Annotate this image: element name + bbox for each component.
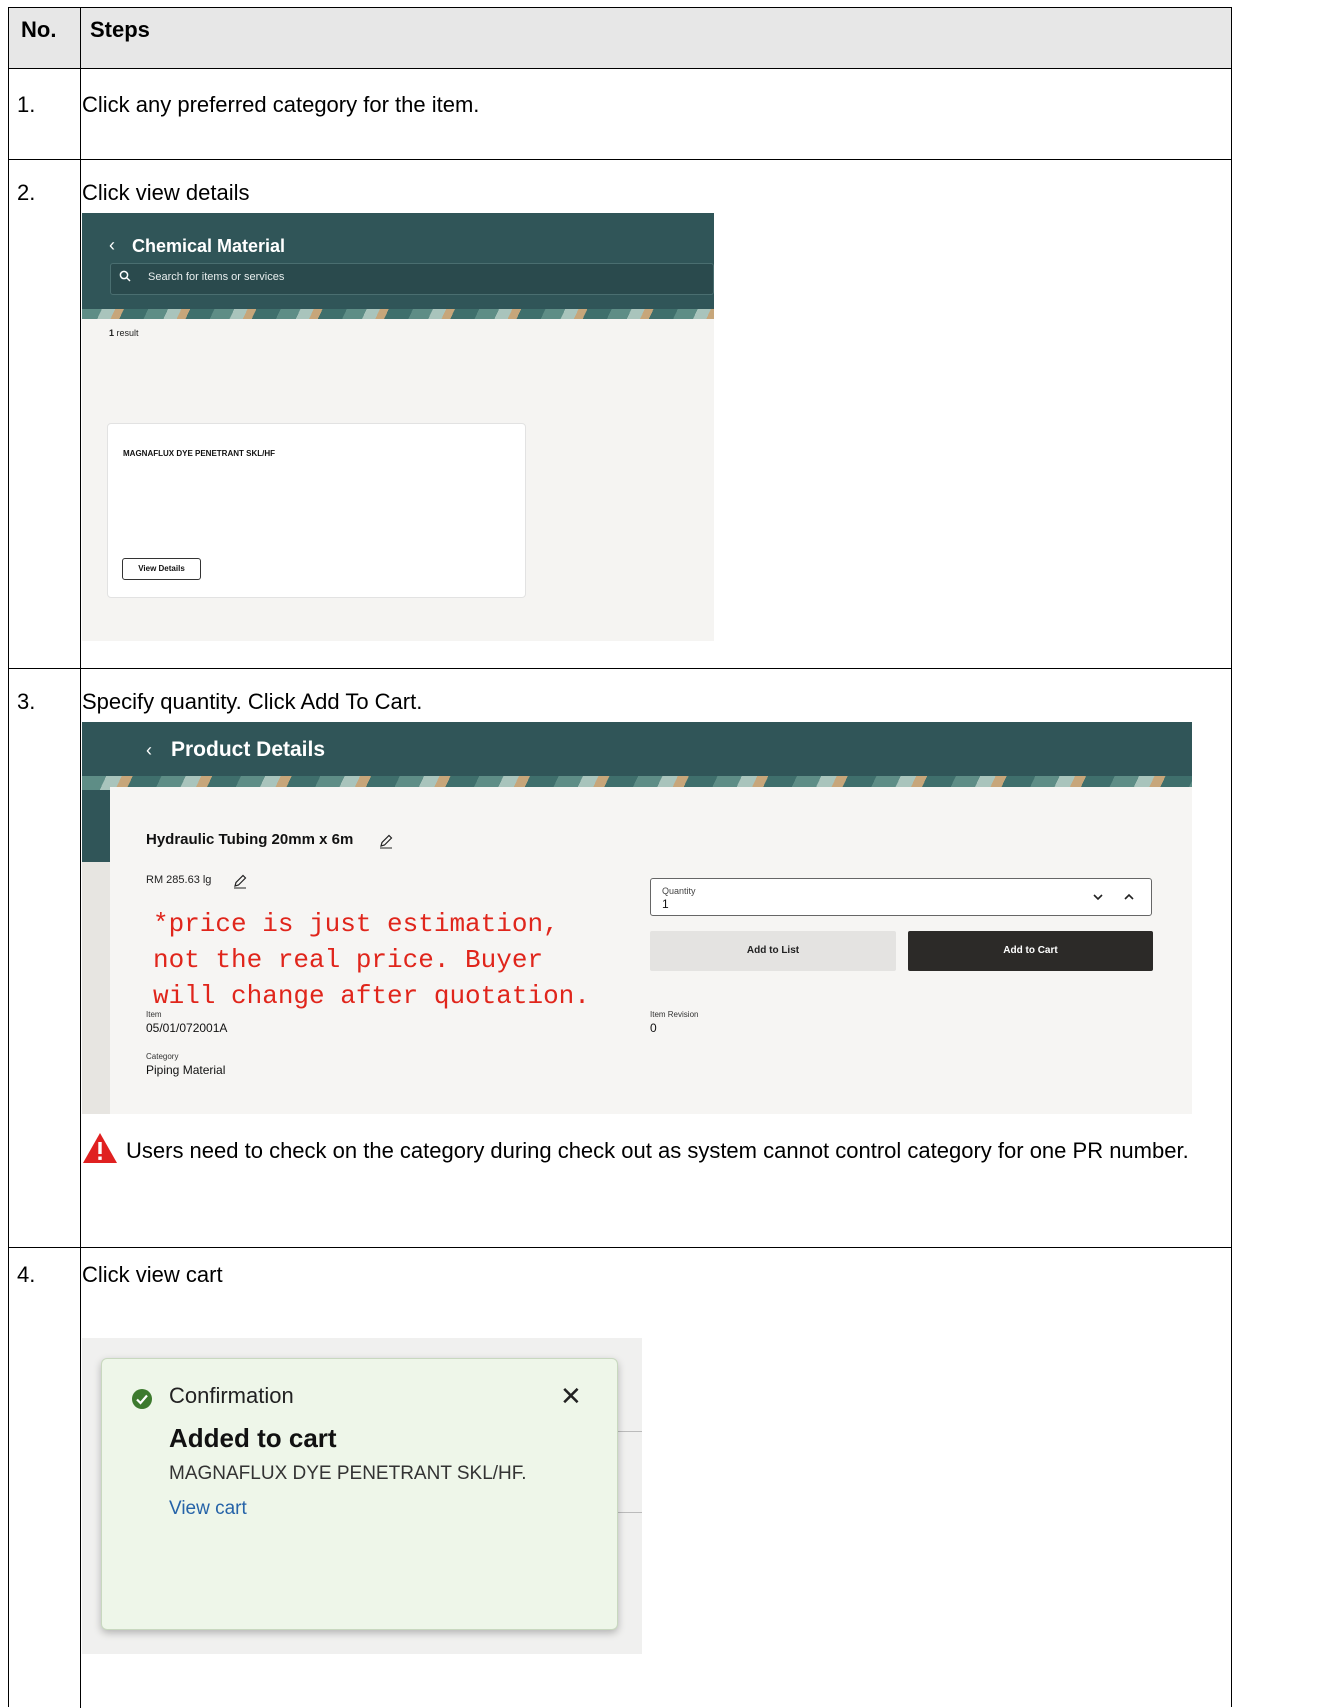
header-steps: Steps bbox=[90, 17, 150, 42]
toast-title: Added to cart bbox=[169, 1423, 337, 1453]
row-number: 1. bbox=[17, 92, 36, 117]
quantity-value: 1 bbox=[662, 897, 669, 911]
add-to-list-button[interactable]: Add to List bbox=[650, 931, 896, 971]
product-details-title: Product Details bbox=[171, 738, 326, 761]
row-number: 2. bbox=[17, 180, 36, 205]
search-icon bbox=[119, 270, 131, 282]
product-name: Hydraulic Tubing 20mm x 6m bbox=[146, 831, 354, 848]
view-details-button[interactable]: View Details bbox=[122, 558, 201, 580]
check-circle-icon bbox=[132, 1389, 152, 1409]
result-count-number: 1 bbox=[109, 328, 115, 338]
item-value: 05/01/072001A bbox=[146, 1021, 228, 1035]
row-number: 3. bbox=[17, 689, 36, 714]
chevron-down-icon[interactable] bbox=[1092, 892, 1104, 902]
category-screenshot: ‹ Chemical Material Search for items or … bbox=[82, 213, 714, 641]
quantity-field[interactable] bbox=[650, 878, 1152, 916]
back-chevron-icon[interactable]: ‹ bbox=[109, 235, 115, 256]
toast-header: Confirmation bbox=[169, 1383, 294, 1408]
header-no: No. bbox=[21, 17, 57, 42]
search-placeholder: Search for items or services bbox=[148, 271, 285, 283]
product-details-screenshot: ‹ Product Details Hydraulic Tubing 20mm … bbox=[82, 722, 1192, 1114]
cart-confirmation-screenshot: Confirmation ✕ Added to cart MAGNAFLUX D… bbox=[82, 1338, 642, 1654]
price-estimation-note: *price is just estimation, not the real … bbox=[153, 909, 590, 1011]
step-text: Specify quantity. Click Add To Cart. bbox=[82, 689, 423, 714]
product-card-title: MAGNAFLUX DYE PENETRANT SKL/HF bbox=[123, 449, 275, 458]
chevron-up-icon[interactable] bbox=[1123, 892, 1135, 902]
category-title: Chemical Material bbox=[132, 236, 286, 256]
item-revision-label: Item Revision bbox=[650, 1010, 699, 1019]
view-cart-link[interactable]: View cart bbox=[169, 1498, 247, 1520]
add-to-cart-button[interactable]: Add to Cart bbox=[908, 931, 1153, 971]
decorative-band bbox=[82, 309, 714, 319]
row-divider bbox=[9, 1247, 1231, 1248]
close-icon[interactable]: ✕ bbox=[560, 1381, 582, 1412]
result-count-label: result bbox=[116, 328, 139, 338]
step-text: Click any preferred category for the ite… bbox=[82, 92, 480, 117]
step-text: Click view cart bbox=[82, 1262, 223, 1287]
table-header bbox=[9, 8, 1231, 69]
item-revision-value: 0 bbox=[650, 1021, 657, 1035]
toast-item: MAGNAFLUX DYE PENETRANT SKL/HF. bbox=[169, 1463, 527, 1484]
edit-pencil-icon[interactable] bbox=[378, 833, 394, 849]
column-divider bbox=[80, 8, 81, 1708]
category-value: Piping Material bbox=[146, 1063, 226, 1077]
result-count: 1 result bbox=[109, 328, 139, 338]
side-pattern bbox=[82, 862, 112, 1114]
back-chevron-icon[interactable]: ‹ bbox=[146, 740, 152, 761]
category-label: Category bbox=[146, 1052, 179, 1061]
price: RM 285.63 lg bbox=[146, 874, 212, 886]
edit-pencil-icon[interactable] bbox=[232, 873, 248, 889]
row-divider bbox=[9, 668, 1231, 669]
quantity-label: Quantity bbox=[662, 886, 696, 896]
step-text: Click view details bbox=[82, 180, 250, 205]
row-divider bbox=[9, 159, 1231, 160]
row-number: 4. bbox=[17, 1262, 36, 1287]
warning-text: Users need to check on the category duri… bbox=[126, 1138, 1189, 1163]
